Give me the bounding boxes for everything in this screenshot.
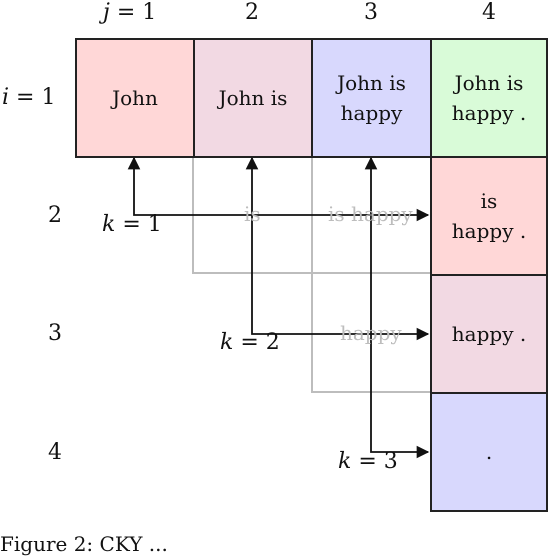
- split-arrow-k2: [245, 156, 430, 341]
- row-label-3: 3: [48, 321, 62, 346]
- split-label-k2: k = 2: [220, 330, 280, 355]
- cell-r1-c2: John is: [193, 38, 313, 158]
- faint-label-happy: happy: [340, 321, 402, 345]
- cell-r1-c3: John is happy: [311, 38, 432, 158]
- column-label-4: 4: [482, 0, 496, 25]
- cell-r3-c4: happy .: [430, 274, 548, 394]
- split-label-k3: k = 3: [338, 449, 398, 474]
- row-label-4: 4: [48, 440, 62, 465]
- empty-cell-grid: [192, 156, 430, 393]
- faint-label-is-happy: is happy: [328, 202, 413, 226]
- column-label-2: 2: [245, 0, 259, 25]
- cell-r1-c4: John is happy .: [430, 38, 548, 158]
- row-label-2: 2: [48, 203, 62, 228]
- split-label-k1: k = 1: [102, 212, 162, 237]
- faint-label-is: is: [244, 202, 261, 226]
- cell-r4-c4: .: [430, 392, 548, 512]
- column-label-3: 3: [364, 0, 378, 25]
- figure-caption: Figure 2: CKY ...: [0, 532, 168, 556]
- cell-r1-c1: John: [75, 38, 195, 158]
- row-label-1: i = 1: [2, 85, 56, 110]
- cell-r2-c4: is happy .: [430, 156, 548, 276]
- column-label-1: j = 1: [103, 0, 157, 25]
